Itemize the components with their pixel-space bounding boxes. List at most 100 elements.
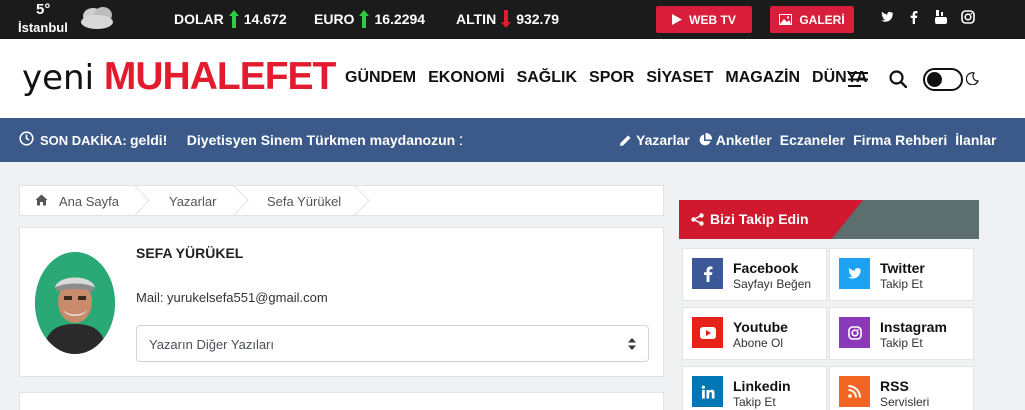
galeri-button[interactable]: GALERİ (770, 6, 854, 33)
social-name: Linkedin (733, 378, 791, 394)
author-avatar (35, 252, 115, 354)
link-firma-rehberi[interactable]: Firma Rehberi (853, 132, 947, 148)
social-sub: Takip Et (880, 336, 923, 350)
link-ilanlar[interactable]: İlanlar (955, 132, 996, 148)
breaking-news-text[interactable]: geldi! Diyetisyen Sinem Türkmen maydanoz… (130, 132, 462, 148)
breadcrumb-separator (134, 186, 150, 215)
pie-chart-icon (699, 133, 712, 146)
author-mail: Mail: yurukelsefa551@gmail.com (136, 290, 328, 305)
social-instagram[interactable]: Instagram Takip Et (829, 307, 974, 360)
link-yazarlar-label: Yazarlar (636, 132, 690, 148)
site-logo[interactable]: yeni MUHALEFET (22, 55, 336, 100)
link-firma-rehberi-label: Firma Rehberi (853, 132, 948, 148)
nav-item-gundem[interactable]: GÜNDEM (345, 69, 416, 87)
breaking-news-bar: SON DAKİKA: geldi! Diyetisyen Sinem Türk… (0, 118, 1025, 162)
breadcrumb-home[interactable]: Ana Sayfa (59, 194, 119, 209)
nav-item-ekonomi[interactable]: EKONOMİ (428, 69, 504, 87)
weather-temp: 5° (36, 1, 51, 18)
ticker-altin: ALTIN 932.79 (456, 10, 559, 28)
breaking-news-headline[interactable]: geldi! Diyetisyen Sinem Türkmen maydanoz… (130, 132, 462, 148)
web-tv-button[interactable]: WEB TV (656, 6, 752, 33)
social-youtube[interactable]: Youtube Abone Ol (682, 307, 827, 360)
ticker-label: EURO (314, 11, 355, 27)
twitter-icon (839, 258, 870, 289)
social-sub: Sayfayı Beğen (733, 277, 812, 291)
top-social-links (880, 10, 975, 24)
social-rss[interactable]: RSS Servisleri (829, 366, 974, 410)
image-icon (779, 14, 793, 25)
nav-item-siyaset[interactable]: SİYASET (646, 69, 713, 87)
social-sub: Abone Ol (733, 336, 784, 350)
ticker-dolar: DOLAR 14.672 (174, 10, 287, 28)
follow-title: Bizi Takip Edin (691, 211, 809, 227)
nav-item-saglik[interactable]: SAĞLIK (517, 69, 577, 87)
link-anketler[interactable]: Anketler (698, 132, 772, 148)
breadcrumb-current: Sefa Yürükel (267, 194, 342, 209)
breadcrumb-separator (354, 186, 370, 215)
social-name: RSS (880, 378, 909, 394)
dark-mode-toggle[interactable] (923, 68, 963, 91)
instagram-icon[interactable] (961, 10, 975, 24)
toggle-knob (927, 72, 942, 87)
cloud-icon (81, 7, 113, 29)
link-ilanlar-label: İlanlar (955, 132, 997, 148)
social-twitter[interactable]: Twitter Takip Et (829, 248, 974, 301)
weather-city: İstanbul (18, 20, 68, 35)
galeri-label: GALERİ (799, 12, 845, 27)
facebook-icon[interactable] (907, 10, 921, 24)
logo-muhalefet: MUHALEFET (103, 55, 336, 98)
play-icon (672, 14, 683, 25)
rss-icon (839, 376, 870, 407)
social-sub: Servisleri (880, 395, 930, 409)
other-articles-select-value: Yazarın Diğer Yazıları (149, 337, 274, 352)
nav-item-magazin[interactable]: MAGAZİN (725, 69, 800, 87)
social-name: Facebook (733, 260, 799, 276)
logo-yeni: yeni (22, 58, 95, 98)
clock-icon (19, 131, 34, 146)
link-yazarlar[interactable]: Yazarlar (619, 132, 690, 148)
quick-links: Yazarlar Anketler Eczaneler Firma Rehber… (619, 132, 997, 148)
youtube-icon (692, 317, 723, 348)
ticker-label: ALTIN (456, 11, 497, 27)
site-header: yeni MUHALEFET GÜNDEM EKONOMİ SAĞLIK SPO… (0, 39, 1025, 118)
ticker-euro: EURO 16.2294 (314, 10, 425, 28)
other-articles-select[interactable]: Yazarın Diğer Yazıları (136, 325, 649, 362)
link-eczaneler[interactable]: Eczaneler (780, 132, 845, 148)
link-anketler-label: Anketler (715, 132, 772, 148)
search-icon[interactable] (889, 70, 907, 88)
social-sub: Takip Et (733, 395, 776, 409)
facebook-icon (692, 258, 723, 289)
nav-item-spor[interactable]: SPOR (589, 69, 634, 87)
menu-icon[interactable] (848, 72, 868, 87)
arrow-up-icon (228, 10, 239, 28)
main-nav: GÜNDEM EKONOMİ SAĞLIK SPOR SİYASET MAGAZ… (345, 69, 867, 87)
top-bar: 5° İstanbul DOLAR 14.672 EURO 16.2294 AL… (0, 0, 1025, 39)
author-name: SEFA YÜRÜKEL (136, 245, 244, 261)
youtube-icon[interactable] (934, 10, 948, 24)
home-icon (35, 194, 48, 206)
moon-icon (966, 72, 979, 85)
arrow-down-icon (501, 10, 512, 28)
follow-title-text: Bizi Takip Edin (710, 211, 809, 227)
social-sub: Takip Et (880, 277, 923, 291)
follow-widget-body: Facebook Sayfayı Beğen Twitter Takip Et … (679, 239, 979, 410)
ticker-value: 14.672 (243, 11, 287, 27)
social-linkedin[interactable]: Linkedin Takip Et (682, 366, 827, 410)
linkedin-icon (692, 376, 723, 407)
breadcrumb-separator (233, 186, 249, 215)
content-card (19, 392, 664, 410)
instagram-icon (839, 317, 870, 348)
breadcrumb-yazarlar[interactable]: Yazarlar (169, 194, 216, 209)
web-tv-label: WEB TV (689, 12, 736, 27)
breaking-label: SON DAKİKA: (40, 133, 127, 148)
social-name: Instagram (880, 319, 947, 335)
social-facebook[interactable]: Facebook Sayfayı Beğen (682, 248, 827, 301)
author-card: SEFA YÜRÜKEL Mail: yurukelsefa551@gmail.… (19, 227, 664, 377)
select-caret-icon (628, 338, 636, 350)
ticker-label: DOLAR (174, 11, 224, 27)
share-icon (691, 212, 704, 226)
twitter-icon[interactable] (880, 10, 894, 24)
follow-widget-header: Bizi Takip Edin (679, 200, 979, 239)
breadcrumb: Ana Sayfa Yazarlar Sefa Yürükel (19, 185, 664, 216)
link-eczaneler-label: Eczaneler (779, 132, 846, 148)
